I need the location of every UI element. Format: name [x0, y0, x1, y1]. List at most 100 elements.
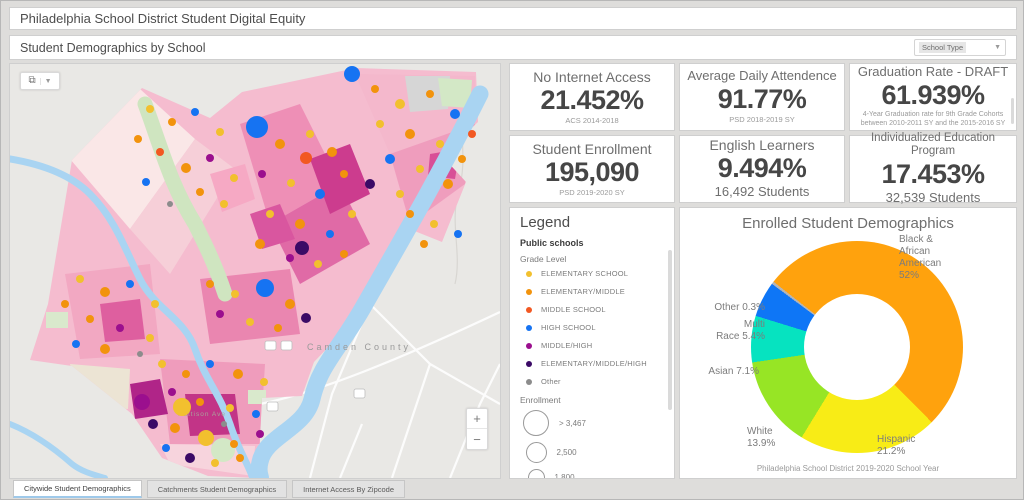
school-dot[interactable]: [385, 154, 395, 164]
school-dot[interactable]: [72, 340, 80, 348]
school-dot[interactable]: [426, 90, 434, 98]
school-dot[interactable]: [230, 440, 238, 448]
school-dot[interactable]: [340, 250, 348, 258]
school-dot[interactable]: [348, 210, 356, 218]
school-dot[interactable]: [167, 201, 173, 207]
school-dot[interactable]: [126, 280, 134, 288]
school-dot[interactable]: [185, 453, 195, 463]
school-dot[interactable]: [286, 254, 294, 262]
legend-item[interactable]: HIGH SCHOOL: [526, 323, 674, 332]
school-dot[interactable]: [196, 398, 204, 406]
school-dot[interactable]: [191, 108, 199, 116]
school-dot[interactable]: [134, 135, 142, 143]
school-dot[interactable]: [216, 128, 224, 136]
school-dot[interactable]: [344, 66, 360, 82]
school-dot[interactable]: [436, 140, 444, 148]
school-dot[interactable]: [146, 105, 154, 113]
school-dot[interactable]: [371, 85, 379, 93]
school-dot[interactable]: [86, 315, 94, 323]
school-dot[interactable]: [266, 210, 274, 218]
school-dot[interactable]: [173, 398, 191, 416]
school-dot[interactable]: [295, 219, 305, 229]
school-dot[interactable]: [162, 444, 170, 452]
legend-item[interactable]: MIDDLE SCHOOL: [526, 305, 674, 314]
school-dot[interactable]: [142, 178, 150, 186]
school-dot[interactable]: [196, 188, 204, 196]
school-dot[interactable]: [230, 174, 238, 182]
school-dot[interactable]: [285, 299, 295, 309]
school-dot[interactable]: [231, 290, 239, 298]
school-dot[interactable]: [396, 190, 404, 198]
school-dot[interactable]: [395, 99, 405, 109]
school-dot[interactable]: [327, 147, 337, 157]
map-panel[interactable]: Camden County Pattison Ave ⧉ ▼ + −: [9, 63, 501, 479]
school-dot[interactable]: [454, 230, 462, 238]
school-dot[interactable]: [221, 421, 227, 427]
school-dot[interactable]: [260, 378, 268, 386]
school-dot[interactable]: [198, 430, 214, 446]
school-dot[interactable]: [275, 139, 285, 149]
school-dot[interactable]: [287, 179, 295, 187]
zoom-out-button[interactable]: −: [467, 429, 487, 449]
school-dot[interactable]: [134, 394, 150, 410]
school-dot[interactable]: [156, 148, 164, 156]
school-dot[interactable]: [255, 239, 265, 249]
school-dot[interactable]: [458, 155, 466, 163]
school-dot[interactable]: [220, 200, 228, 208]
school-dot[interactable]: [151, 300, 159, 308]
legend-item[interactable]: Other: [526, 377, 674, 386]
school-dot[interactable]: [100, 344, 110, 354]
school-dot[interactable]: [295, 241, 309, 255]
school-dot[interactable]: [376, 120, 384, 128]
school-dot[interactable]: [306, 130, 314, 138]
zoom-in-button[interactable]: +: [467, 409, 487, 429]
school-dot[interactable]: [211, 459, 219, 467]
school-dot[interactable]: [450, 109, 460, 119]
tab-citywide-student-demographics[interactable]: Citywide Student Demographics: [13, 480, 142, 498]
map-layers-button[interactable]: ⧉ ▼: [20, 72, 60, 90]
school-dot[interactable]: [416, 165, 424, 173]
school-dot[interactable]: [326, 230, 334, 238]
school-dot[interactable]: [137, 351, 143, 357]
school-dot[interactable]: [61, 300, 69, 308]
school-dot[interactable]: [76, 275, 84, 283]
legend-item[interactable]: MIDDLE/HIGH: [526, 341, 674, 350]
school-dot[interactable]: [168, 118, 176, 126]
school-dot[interactable]: [181, 163, 191, 173]
school-dot[interactable]: [300, 152, 312, 164]
school-dot[interactable]: [430, 220, 438, 228]
school-dot[interactable]: [146, 334, 154, 342]
school-dot[interactable]: [233, 369, 243, 379]
school-dot[interactable]: [182, 370, 190, 378]
school-dot[interactable]: [236, 454, 244, 462]
school-dot[interactable]: [468, 130, 476, 138]
school-dot[interactable]: [148, 419, 158, 429]
scrollbar[interactable]: [668, 250, 672, 410]
school-dot[interactable]: [246, 318, 254, 326]
school-dot[interactable]: [258, 170, 266, 178]
school-dot[interactable]: [314, 260, 322, 268]
school-dot[interactable]: [116, 324, 124, 332]
school-dot[interactable]: [170, 423, 180, 433]
school-dot[interactable]: [256, 430, 264, 438]
school-dot[interactable]: [420, 240, 428, 248]
legend-item[interactable]: ELEMENTARY SCHOOL: [526, 269, 674, 278]
school-dot[interactable]: [365, 179, 375, 189]
school-dot[interactable]: [406, 210, 414, 218]
school-dot[interactable]: [158, 360, 166, 368]
school-dot[interactable]: [252, 410, 260, 418]
scrollbar[interactable]: [1011, 98, 1014, 124]
school-dot[interactable]: [246, 116, 268, 138]
school-dot[interactable]: [274, 324, 282, 332]
school-dot[interactable]: [168, 388, 176, 396]
school-dot[interactable]: [405, 129, 415, 139]
school-dot[interactable]: [226, 404, 234, 412]
school-dot[interactable]: [206, 154, 214, 162]
school-dot[interactable]: [206, 280, 214, 288]
school-dot[interactable]: [100, 287, 110, 297]
school-dot[interactable]: [443, 179, 453, 189]
school-dot[interactable]: [340, 170, 348, 178]
school-dot[interactable]: [206, 360, 214, 368]
legend-item[interactable]: ELEMENTARY/MIDDLE/HIGH: [526, 359, 674, 368]
philadelphia-map[interactable]: Camden County Pattison Ave: [10, 64, 500, 478]
